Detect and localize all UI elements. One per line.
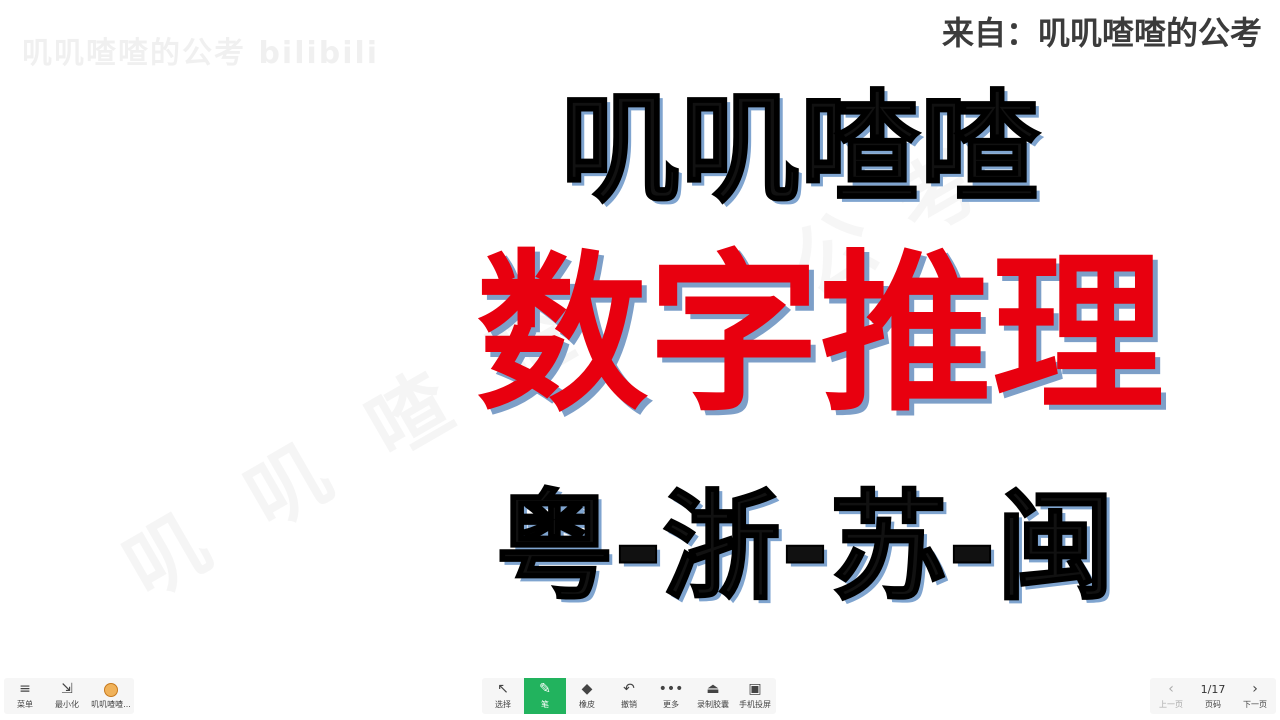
undo-icon: ↶: [623, 681, 635, 697]
pen-icon: ✎: [539, 681, 551, 697]
toolbar-left-group: ≡ 菜单 ⇲ 最小化 叽叽喳喳...: [4, 678, 134, 714]
minimize-button[interactable]: ⇲ 最小化: [46, 678, 88, 714]
avatar: [104, 682, 118, 697]
cursor-icon: ↖: [497, 681, 509, 697]
undo-button[interactable]: ↶ 撤销: [608, 678, 650, 714]
phone-cast-button[interactable]: ▣ 手机投屏: [734, 678, 776, 714]
toolbar-right-group: ‹ 上一页 1/17 页码 › 下一页: [1150, 678, 1276, 714]
slide-canvas: 叽叽喳喳的公考 bilibili 叽叽喳喳 公考 来自：叽叽喳喳的公考 叽叽喳喳…: [0, 0, 1280, 720]
select-tool-label: 选择: [495, 700, 511, 709]
prev-page-label: 上一页: [1159, 700, 1183, 709]
phone-cast-label: 手机投屏: [739, 700, 771, 709]
more-button[interactable]: ••• 更多: [650, 678, 692, 714]
menu-icon: ≡: [19, 681, 31, 697]
more-label: 更多: [663, 700, 679, 709]
bottom-toolbar: ≡ 菜单 ⇲ 最小化 叽叽喳喳... ↖ 选择 ✎ 笔 ◆ 橡皮 ↶ 撤销 ••…: [0, 676, 1280, 720]
slide-title-line-2: 数字推理: [476, 234, 1164, 435]
record-icon: ⏏: [706, 681, 720, 697]
minimize-label: 最小化: [55, 700, 79, 709]
next-page-label: 下一页: [1243, 700, 1267, 709]
minimize-icon: ⇲: [61, 681, 73, 697]
page-indicator: 1/17: [1200, 683, 1226, 696]
phone-cast-icon: ▣: [748, 681, 762, 697]
profile-button[interactable]: 叽叽喳喳...: [88, 678, 134, 714]
profile-label: 叽叽喳喳...: [91, 699, 131, 709]
record-capsule-button[interactable]: ⏏ 录制胶囊: [692, 678, 734, 714]
more-icon: •••: [658, 681, 684, 697]
watermark-top: 叽叽喳喳的公考 bilibili: [22, 36, 380, 71]
source-attribution: 来自：叽叽喳喳的公考: [941, 14, 1262, 52]
eraser-tool-button[interactable]: ◆ 橡皮: [566, 678, 608, 714]
select-tool-button[interactable]: ↖ 选择: [482, 678, 524, 714]
toolbar-center-group: ↖ 选择 ✎ 笔 ◆ 橡皮 ↶ 撤销 ••• 更多 ⏏ 录制胶囊 ▣ 手机投屏: [482, 678, 776, 714]
menu-button[interactable]: ≡ 菜单: [4, 678, 46, 714]
eraser-tool-label: 橡皮: [579, 700, 595, 709]
eraser-icon: ◆: [581, 681, 593, 697]
page-number-label: 页码: [1205, 700, 1221, 709]
pen-tool-label: 笔: [541, 700, 549, 709]
record-capsule-label: 录制胶囊: [697, 700, 729, 709]
chevron-right-icon: ›: [1252, 681, 1258, 697]
prev-page-button[interactable]: ‹ 上一页: [1150, 678, 1192, 714]
menu-label: 菜单: [17, 700, 33, 709]
slide-title-line-1: 叽叽喳喳: [559, 79, 1041, 220]
slide-title-line-3: 粤-浙-苏-闽: [495, 477, 1116, 617]
next-page-button[interactable]: › 下一页: [1234, 678, 1276, 714]
pen-tool-button[interactable]: ✎ 笔: [524, 678, 566, 714]
undo-label: 撤销: [621, 700, 637, 709]
chevron-left-icon: ‹: [1168, 681, 1174, 697]
page-number-button[interactable]: 1/17 页码: [1192, 678, 1234, 714]
